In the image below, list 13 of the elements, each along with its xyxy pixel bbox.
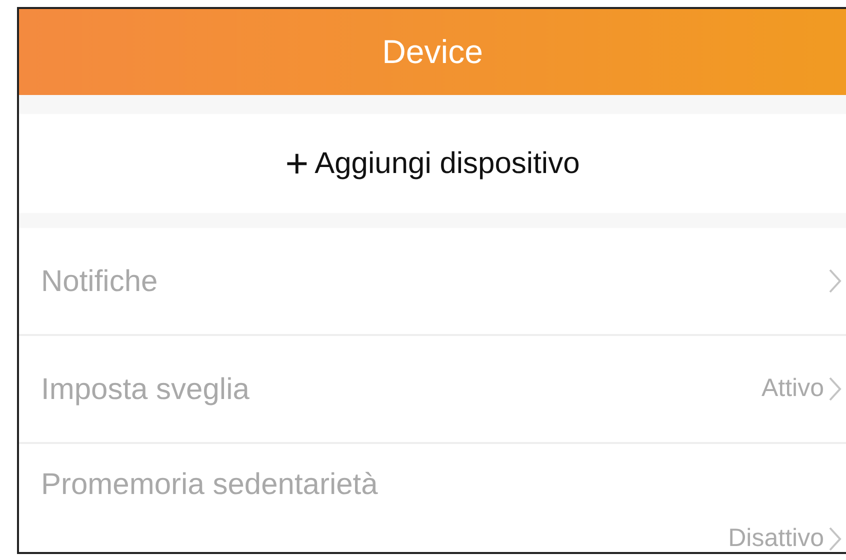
settings-row[interactable]: Imposta sveglia Attivo	[19, 336, 846, 444]
settings-row[interactable]: Notifiche	[19, 228, 846, 336]
row-value: Disattivo	[728, 523, 824, 552]
row-label: Imposta sveglia	[41, 372, 250, 408]
row-label: Promemoria sedentarietà	[41, 467, 378, 504]
row-label: Notifiche	[41, 264, 158, 300]
row-value: Attivo	[761, 373, 824, 404]
add-device-button[interactable]: +Aggiungi dispositivo	[19, 114, 846, 213]
chevron-right-icon	[828, 376, 842, 402]
chevron-right-icon	[828, 268, 842, 294]
chevron-right-icon	[828, 526, 842, 552]
settings-row[interactable]: Promemoria sedentarietà Disattivo	[19, 444, 846, 552]
screen-title: Device	[382, 32, 483, 72]
